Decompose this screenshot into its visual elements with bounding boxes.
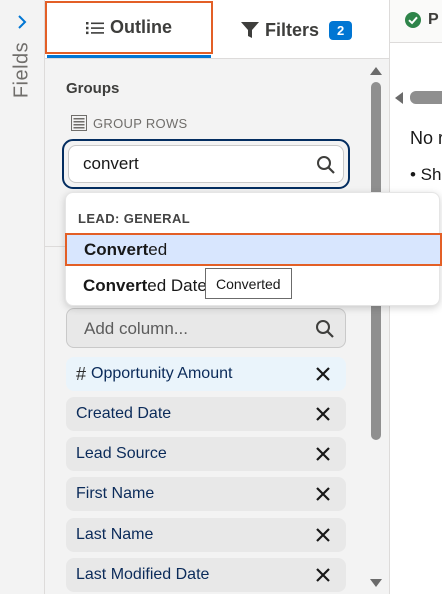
column-pill-label: Lead Source: [76, 445, 167, 462]
close-icon[interactable]: [314, 445, 332, 463]
add-column-input[interactable]: Add column...: [66, 308, 346, 348]
column-pill-label: Last Modified Date: [76, 566, 210, 583]
column-pill[interactable]: Last Modified Date: [66, 558, 346, 592]
preview-header: P: [390, 0, 442, 43]
tab-outline[interactable]: Outline: [45, 1, 213, 54]
tab-filters[interactable]: Filters 2: [241, 14, 353, 46]
chevron-right-icon[interactable]: [14, 14, 30, 30]
tooltip: Converted: [205, 268, 292, 299]
column-pill[interactable]: # Opportunity Amount: [66, 357, 346, 391]
vertical-scrollbar[interactable]: [367, 62, 385, 594]
fields-rail[interactable]: Fields: [0, 0, 45, 594]
close-icon[interactable]: [314, 485, 332, 503]
tab-outline-label: Outline: [110, 17, 172, 37]
preview-message: No r: [410, 128, 442, 148]
table-rows-icon: [71, 115, 87, 131]
column-pill[interactable]: Last Name: [66, 518, 346, 552]
column-pill[interactable]: First Name: [66, 477, 346, 511]
option-match-text: Convert: [83, 275, 148, 295]
group-search-container: [62, 139, 350, 189]
column-pill[interactable]: Created Date: [66, 397, 346, 431]
groups-heading: Groups: [66, 80, 120, 97]
scroll-down-arrow-icon[interactable]: [370, 578, 382, 588]
column-pill[interactable]: Lead Source: [66, 437, 346, 471]
filter-count-badge: 2: [329, 20, 353, 40]
horizontal-scrollbar-thumb[interactable]: [410, 91, 442, 104]
success-check-icon: [405, 12, 421, 28]
search-icon[interactable]: [316, 155, 336, 175]
group-search-input[interactable]: [68, 145, 344, 183]
close-icon[interactable]: [314, 526, 332, 544]
active-tab-indicator: [47, 55, 211, 58]
preview-bullet: • Sh: [410, 165, 442, 184]
column-pill-label: Created Date: [76, 405, 172, 422]
search-icon[interactable]: [315, 319, 335, 339]
group-rows-text: GROUP ROWS: [93, 115, 188, 131]
funnel-icon: [241, 22, 259, 38]
fields-label[interactable]: Fields: [11, 42, 34, 98]
column-pill-label: First Name: [76, 485, 155, 502]
dropdown-group-header: LEAD: GENERAL: [78, 211, 191, 226]
close-icon[interactable]: [314, 365, 332, 383]
dropdown-option-converted[interactable]: Convert ed: [65, 233, 442, 266]
preview-header-text: P: [428, 11, 439, 28]
group-rows-label: GROUP ROWS: [71, 115, 188, 131]
option-match-text: Convert: [84, 239, 149, 259]
scroll-up-arrow-icon[interactable]: [370, 66, 382, 76]
add-column-placeholder: Add column...: [84, 319, 188, 338]
close-icon[interactable]: [314, 566, 332, 584]
scroll-left-arrow-icon[interactable]: [394, 92, 404, 104]
column-pill-label: Opportunity Amount: [91, 365, 233, 382]
number-field-icon: #: [76, 363, 87, 384]
option-rest-text: ed Date: [147, 275, 207, 295]
column-pill-label: Last Name: [76, 526, 154, 543]
tab-bar: Outline Filters 2: [45, 0, 389, 59]
close-icon[interactable]: [314, 405, 332, 423]
list-icon: [86, 21, 104, 34]
tab-filters-label: Filters: [265, 19, 320, 40]
option-rest-text: ed: [148, 239, 168, 259]
